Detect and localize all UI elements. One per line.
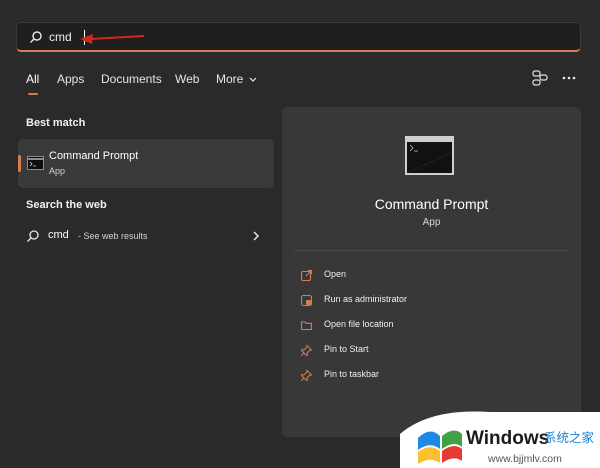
action-pin-to-start-label: Pin to Start xyxy=(324,344,369,354)
terminal-icon xyxy=(27,156,44,170)
folder-icon xyxy=(300,321,313,331)
watermark-url: www.bjjmlv.com xyxy=(487,453,562,465)
action-open-file-location-label: Open file location xyxy=(324,319,394,329)
action-open[interactable]: Open xyxy=(300,268,550,284)
tab-more-label: More xyxy=(216,72,244,86)
open-icon xyxy=(300,269,313,282)
best-match-heading: Best match xyxy=(26,117,86,129)
best-match-result[interactable]: Command Prompt App xyxy=(18,139,274,188)
active-tab-indicator xyxy=(28,93,38,95)
tab-all[interactable]: All xyxy=(26,72,39,86)
preview-subtitle: App xyxy=(422,217,441,228)
tab-web[interactable]: Web xyxy=(175,72,199,86)
watermark-site-cn: 系统之家 xyxy=(544,430,595,445)
connected-accounts-icon[interactable] xyxy=(531,69,549,87)
best-match-title: Command Prompt xyxy=(49,150,139,162)
search-input[interactable]: cmd xyxy=(49,30,72,44)
pin-icon xyxy=(300,344,313,357)
action-run-as-admin[interactable]: Run as administrator xyxy=(300,293,550,309)
watermark: Windows 系统之家 www.bjjmlv.com xyxy=(400,411,600,468)
search-icon xyxy=(30,31,42,43)
shield-icon xyxy=(300,294,313,307)
web-result[interactable]: cmd - See web results xyxy=(26,228,264,246)
pin-icon xyxy=(300,369,313,382)
start-menu-search: cmd All Apps Documents Web More Best mat… xyxy=(0,0,600,468)
action-pin-to-start[interactable]: Pin to Start xyxy=(300,343,550,359)
action-run-as-admin-label: Run as administrator xyxy=(324,294,408,304)
search-web-heading: Search the web xyxy=(26,199,107,211)
search-icon xyxy=(27,230,39,242)
watermark-brand: Windows xyxy=(466,428,549,449)
preview-panel: Command Prompt App Open Run as administr… xyxy=(282,107,581,437)
chevron-down-icon xyxy=(249,77,257,82)
action-open-file-location[interactable]: Open file location xyxy=(300,318,550,334)
annotation-arrow xyxy=(80,34,145,44)
terminal-icon xyxy=(405,136,454,175)
web-suffix: - See web results xyxy=(78,231,148,241)
divider xyxy=(294,250,569,251)
chevron-right-icon xyxy=(253,231,260,241)
action-pin-to-taskbar[interactable]: Pin to taskbar xyxy=(300,368,550,384)
tab-documents[interactable]: Documents xyxy=(101,72,162,86)
tab-more[interactable]: More xyxy=(216,72,257,86)
preview-title: Command Prompt xyxy=(374,196,489,212)
action-pin-to-taskbar-label: Pin to taskbar xyxy=(324,369,380,379)
action-open-label: Open xyxy=(324,269,347,279)
more-options-icon[interactable] xyxy=(560,69,578,87)
best-match-subtitle: App xyxy=(49,166,66,176)
selection-indicator xyxy=(18,155,21,172)
web-query: cmd xyxy=(48,229,69,241)
tab-apps[interactable]: Apps xyxy=(57,72,84,86)
